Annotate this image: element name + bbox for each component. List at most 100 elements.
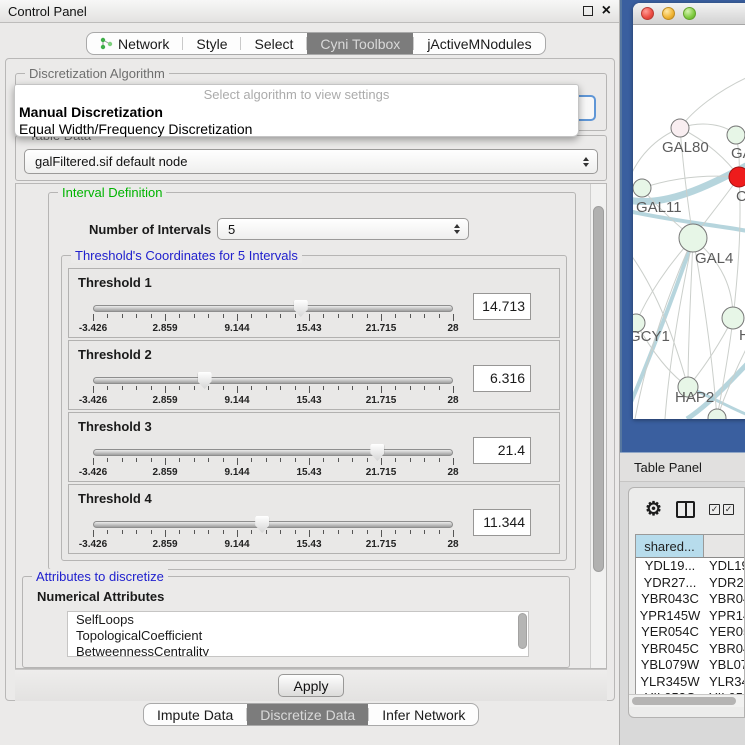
tab-jactivemnodules[interactable]: jActiveMNodules bbox=[414, 33, 544, 54]
network-node-labels: GAL80GACGAL11GAL4GCY1HHAP2 bbox=[633, 139, 745, 406]
table-panel-window: ⚙ ✓ ✓ shared... na... YDL19...YDL19YDR27… bbox=[628, 487, 745, 718]
control-panel-tabs: Network Style Select Cyni Toolbox jActiveMNo… bbox=[86, 32, 546, 55]
settings-scrollbar[interactable] bbox=[590, 184, 606, 668]
node-label: GAL80 bbox=[662, 139, 709, 156]
table-horizontal-scrollbar[interactable] bbox=[629, 694, 745, 707]
table-hscrollbar-thumb[interactable] bbox=[632, 697, 736, 705]
combobox-stepper-icon bbox=[583, 157, 589, 167]
network-node-ga[interactable] bbox=[727, 126, 745, 144]
float-window-icon[interactable] bbox=[583, 6, 593, 16]
threshold-slider[interactable]: -3.4262.8599.14415.4321.71528 bbox=[93, 445, 453, 479]
number-of-intervals-combobox[interactable]: 5 bbox=[217, 218, 469, 240]
tick-label: 9.144 bbox=[224, 539, 249, 550]
tick-label: 2.859 bbox=[152, 323, 177, 334]
minimize-window-button[interactable] bbox=[662, 7, 675, 20]
threshold-value-field[interactable]: 11.344 bbox=[473, 509, 531, 536]
cell-shared-name: YER054C bbox=[636, 624, 704, 641]
table-row[interactable]: YBR045CYBR04 bbox=[636, 641, 745, 658]
interval-definition-group: Interval Definition Number of Intervals … bbox=[48, 192, 576, 570]
checkbox-icon[interactable]: ✓ bbox=[723, 504, 734, 515]
table-row[interactable]: YER054CYER05 bbox=[636, 624, 745, 641]
table-row[interactable]: YBL079WYBL07 bbox=[636, 657, 745, 674]
numerical-attributes-list[interactable]: SelfLoopsTopologicalCoefficientBetweenne… bbox=[67, 611, 529, 657]
threshold-value-field[interactable]: 14.713 bbox=[473, 293, 531, 320]
tab-select[interactable]: Select bbox=[241, 33, 306, 54]
column-layout-icon[interactable] bbox=[676, 501, 695, 518]
algorithm-option-manual[interactable]: Manual Discretization bbox=[15, 104, 578, 121]
slider-track[interactable] bbox=[93, 305, 453, 312]
cell-name: YBL07 bbox=[704, 657, 745, 674]
network-node-gal80[interactable] bbox=[671, 119, 689, 137]
threshold-coordinates-group: Threshold's Coordinates for 5 Intervals … bbox=[61, 255, 567, 561]
network-node-h[interactable] bbox=[722, 307, 744, 329]
attributes-scrollbar[interactable] bbox=[518, 613, 527, 649]
gear-icon[interactable]: ⚙ bbox=[645, 500, 662, 519]
threshold-slider[interactable]: -3.4262.8599.14415.4321.71528 bbox=[93, 373, 453, 407]
tab-label: Select bbox=[254, 36, 293, 52]
table-row[interactable]: YDL19...YDL19 bbox=[636, 558, 745, 575]
network-window-titlebar bbox=[633, 3, 745, 25]
node-label: GAL11 bbox=[636, 199, 682, 216]
number-of-intervals-label: Number of Intervals bbox=[89, 222, 211, 237]
threshold-slider[interactable]: -3.4262.8599.14415.4321.71528 bbox=[93, 301, 453, 335]
threshold-slider[interactable]: -3.4262.8599.14415.4321.71528 bbox=[93, 517, 453, 551]
close-panel-icon[interactable]: × bbox=[602, 6, 611, 16]
tick-label: -3.426 bbox=[79, 323, 107, 334]
cell-shared-name: YLR345W bbox=[636, 674, 704, 691]
apply-row: Apply bbox=[15, 669, 607, 701]
tab-label: jActiveMNodules bbox=[427, 36, 531, 52]
tab-network[interactable]: Network bbox=[87, 33, 182, 54]
numerical-attributes-label: Numerical Attributes bbox=[37, 589, 164, 604]
network-canvas[interactable]: GAL80GACGAL11GAL4GCY1HHAP2 bbox=[633, 25, 745, 419]
column-header-shared-name[interactable]: shared... bbox=[636, 535, 704, 557]
tab-cyni-toolbox[interactable]: Cyni Toolbox bbox=[307, 33, 413, 54]
tick-label: 2.859 bbox=[152, 395, 177, 406]
interval-definition-group-title: Interval Definition bbox=[58, 185, 166, 200]
attribute-list-item[interactable]: BetweennessCentrality bbox=[68, 644, 528, 657]
slider-track[interactable] bbox=[93, 449, 453, 456]
slider-track[interactable] bbox=[93, 521, 453, 528]
cell-name: YER05 bbox=[704, 624, 745, 641]
table-panel-titlebar: Table Panel bbox=[620, 452, 745, 482]
settings-scrollbar-thumb[interactable] bbox=[593, 206, 604, 572]
table-row[interactable]: YBR043CYBR04 bbox=[636, 591, 745, 608]
column-header-name[interactable]: na... bbox=[704, 535, 745, 557]
network-node[interactable] bbox=[708, 409, 726, 419]
table-row[interactable]: YDR27...YDR27 bbox=[636, 575, 745, 592]
slider-ticks bbox=[93, 314, 453, 322]
slider-track[interactable] bbox=[93, 377, 453, 384]
algorithm-popup-placeholder: Select algorithm to view settings bbox=[15, 87, 578, 104]
close-window-button[interactable] bbox=[641, 7, 654, 20]
table-row[interactable]: YLR345WYLR34 bbox=[636, 674, 745, 691]
table-data-combobox[interactable]: galFiltered.sif default node bbox=[24, 149, 598, 174]
attribute-list-item[interactable]: SelfLoops bbox=[68, 612, 528, 628]
tick-label: 21.715 bbox=[366, 539, 397, 550]
apply-button[interactable]: Apply bbox=[278, 674, 344, 697]
tab-infer-network[interactable]: Infer Network bbox=[369, 704, 478, 725]
threshold-label: Threshold 1 bbox=[78, 275, 152, 290]
threshold-value-field[interactable]: 21.4 bbox=[473, 437, 531, 464]
network-node-gal11[interactable] bbox=[633, 179, 651, 197]
control-panel-title: Control Panel bbox=[8, 4, 87, 19]
attribute-list-item[interactable]: TopologicalCoefficient bbox=[68, 628, 528, 644]
tick-label: 21.715 bbox=[366, 323, 397, 334]
table-row[interactable]: YPR145WYPR14 bbox=[636, 608, 745, 625]
tab-impute-data[interactable]: Impute Data bbox=[144, 704, 246, 725]
attributes-group: Attributes to discretize Numerical Attri… bbox=[22, 576, 570, 668]
slider-ticks bbox=[93, 530, 453, 538]
control-panel-window: Control Panel × Network Style Select Cyni T… bbox=[0, 0, 620, 745]
network-node-gal4[interactable] bbox=[679, 224, 707, 252]
tab-label: Style bbox=[196, 36, 227, 52]
network-node-c[interactable] bbox=[729, 167, 745, 187]
table-data-group: Table Data galFiltered.sif default node bbox=[15, 135, 607, 181]
tab-discretize-data[interactable]: Discretize Data bbox=[247, 704, 368, 725]
cell-name: YPR14 bbox=[704, 608, 745, 625]
algorithm-option-equal-width[interactable]: Equal Width/Frequency Discretization bbox=[15, 121, 578, 138]
tick-label: 15.43 bbox=[296, 323, 321, 334]
zoom-window-button[interactable] bbox=[683, 7, 696, 20]
threshold-value-field[interactable]: 6.316 bbox=[473, 365, 531, 392]
checkbox-icon[interactable]: ✓ bbox=[709, 504, 720, 515]
tab-style[interactable]: Style bbox=[183, 33, 240, 54]
tick-label: 9.144 bbox=[224, 395, 249, 406]
tab-label: Cyni Toolbox bbox=[320, 36, 400, 52]
